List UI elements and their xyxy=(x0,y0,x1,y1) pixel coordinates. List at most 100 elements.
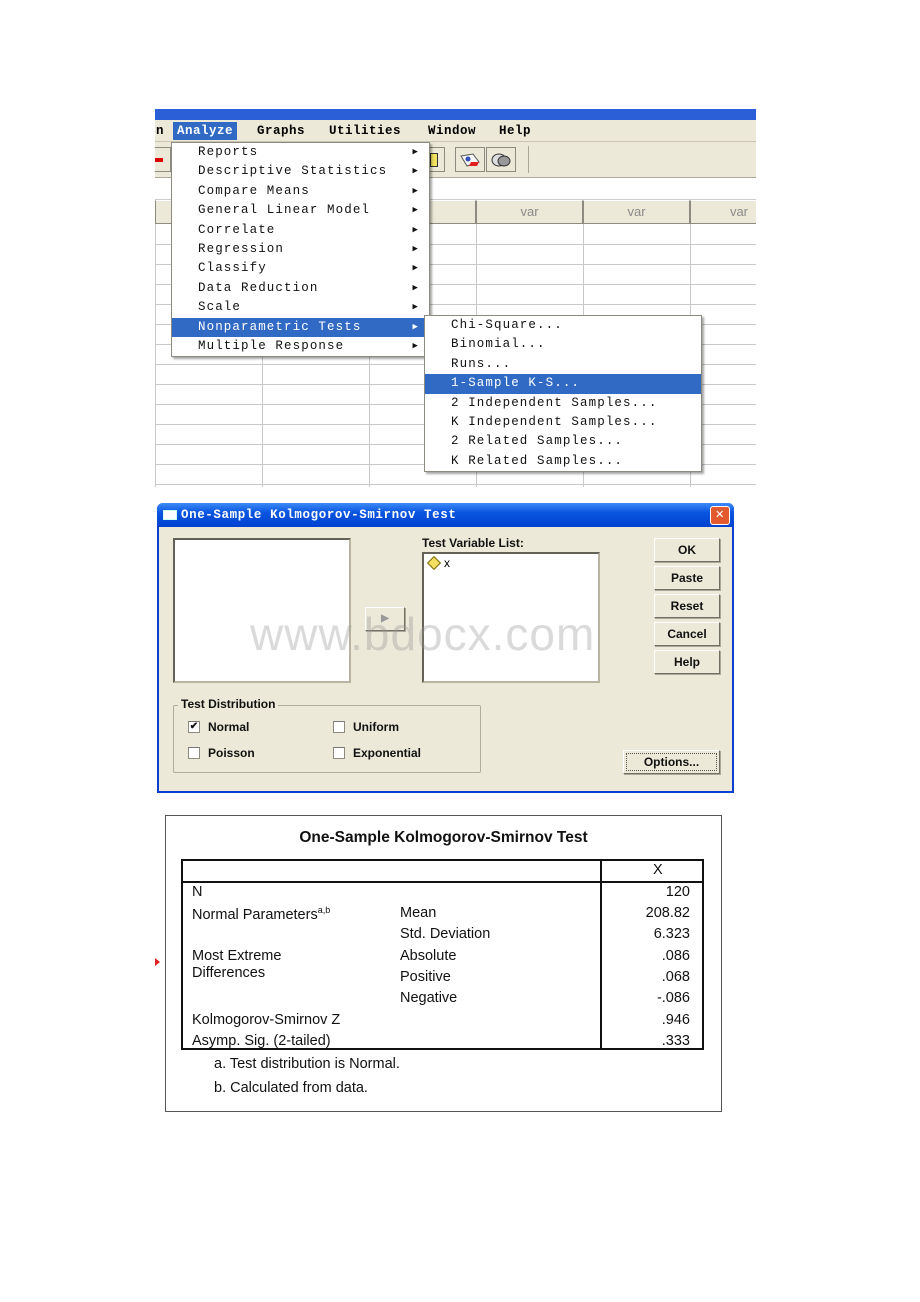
row-value: .086 xyxy=(661,948,690,964)
toolbar-button-partial[interactable] xyxy=(155,147,171,172)
cancel-button[interactable]: Cancel xyxy=(654,622,720,646)
close-button[interactable]: ✕ xyxy=(710,506,730,525)
dialog-titlebar: One-Sample Kolmogorov-Smirnov Test ✕ xyxy=(157,503,734,527)
normal-checkbox[interactable]: ✔ Normal xyxy=(188,720,249,734)
checkbox-label: Normal xyxy=(208,720,250,734)
source-variable-list[interactable] xyxy=(173,538,351,683)
toolbar-icon xyxy=(155,157,163,162)
ks-output-table: One-Sample Kolmogorov-Smirnov Test X N 1… xyxy=(165,815,722,1112)
row-value: 208.82 xyxy=(645,905,690,921)
row-label: Differences xyxy=(192,965,266,981)
menu-window[interactable]: Window xyxy=(424,122,480,140)
row-value: .333 xyxy=(661,1033,690,1049)
footnote: b. Calculated from data. xyxy=(214,1080,368,1096)
row-label: Kolmogorov-Smirnov Z xyxy=(192,1012,341,1028)
menu-item-k-independent-samples[interactable]: K Independent Samples... xyxy=(425,413,701,432)
use-sets-icon xyxy=(491,153,511,166)
menu-item-multiple-response[interactable]: Multiple Response ▶ xyxy=(172,337,429,356)
use-sets-button[interactable] xyxy=(486,147,516,172)
menu-item-k-related-samples[interactable]: K Related Samples... xyxy=(425,452,701,471)
menu-item-2-independent-samples[interactable]: 2 Independent Samples... xyxy=(425,394,701,413)
exponential-checkbox[interactable]: Exponential xyxy=(333,746,421,760)
analyze-menu: Reports ▶ Descriptive Statistics ▶ Compare… xyxy=(171,142,430,358)
menu-item-label: Compare Means xyxy=(198,183,310,198)
poisson-checkbox[interactable]: Poisson xyxy=(188,746,255,760)
ok-button[interactable]: OK xyxy=(654,538,720,562)
marker-icon xyxy=(155,958,160,966)
menu-item-descriptive-statistics[interactable]: Descriptive Statistics ▶ xyxy=(172,162,429,181)
checkbox-empty-icon xyxy=(188,747,200,759)
submenu-arrow-icon: ▶ xyxy=(412,166,419,177)
value-labels-button[interactable] xyxy=(455,147,485,172)
menu-item-general-linear-model[interactable]: General Linear Model ▶ xyxy=(172,201,429,220)
menu-item-runs[interactable]: Runs... xyxy=(425,355,701,374)
window-icon xyxy=(163,510,177,520)
row-value: .946 xyxy=(661,1012,690,1028)
checkbox-label: Poisson xyxy=(208,746,255,760)
menu-item-regression[interactable]: Regression ▶ xyxy=(172,240,429,259)
row-sublabel: Positive xyxy=(400,969,451,985)
submenu-arrow-icon: ▶ xyxy=(412,302,419,313)
row-label: Normal Parametersa,b xyxy=(192,905,331,923)
dialog-title: One-Sample Kolmogorov-Smirnov Test xyxy=(181,508,457,522)
menu-item-correlate[interactable]: Correlate ▶ xyxy=(172,221,429,240)
menu-item-label: Reports xyxy=(198,145,259,159)
row-sublabel: Std. Deviation xyxy=(400,926,491,942)
menu-item-label: Data Reduction xyxy=(198,280,319,295)
menu-graphs[interactable]: Graphs xyxy=(253,122,309,140)
window-titlebar xyxy=(155,109,756,120)
checkbox-label: Uniform xyxy=(353,720,399,734)
menu-item-data-reduction[interactable]: Data Reduction ▶ xyxy=(172,279,429,298)
menu-transform[interactable]: n xyxy=(155,122,168,140)
submenu-arrow-icon: ▶ xyxy=(412,185,419,196)
move-variable-button[interactable]: ▶ xyxy=(365,607,405,631)
table-title: One-Sample Kolmogorov-Smirnov Test xyxy=(299,829,588,846)
submenu-arrow-icon: ▶ xyxy=(412,321,419,332)
row-value: .068 xyxy=(661,969,690,985)
numeric-variable-icon xyxy=(426,555,442,571)
menu-item-1-sample-ks[interactable]: 1-Sample K-S... xyxy=(425,374,701,394)
row-label: Most Extreme xyxy=(192,948,282,964)
menu-utilities[interactable]: Utilities xyxy=(325,122,405,140)
row-sublabel: Mean xyxy=(400,905,437,921)
uniform-checkbox[interactable]: Uniform xyxy=(333,720,399,734)
menu-analyze[interactable]: Analyze xyxy=(173,122,238,140)
submenu-arrow-icon: ▶ xyxy=(412,243,419,254)
menu-item-label: General Linear Model xyxy=(198,203,371,218)
footnote: a. Test distribution is Normal. xyxy=(214,1056,400,1072)
menu-item-reports[interactable]: Reports ▶ xyxy=(172,143,429,162)
submenu-arrow-icon: ▶ xyxy=(412,224,419,235)
menubar: n Analyze Graphs Utilities Window Help xyxy=(155,120,756,142)
menu-item-2-related-samples[interactable]: 2 Related Samples... xyxy=(425,432,701,451)
list-item[interactable]: x xyxy=(424,554,598,572)
row-value: -.086 xyxy=(656,990,690,1006)
checkbox-empty-icon xyxy=(333,747,345,759)
menu-item-label: Regression xyxy=(198,241,285,256)
options-button[interactable]: Options... xyxy=(623,750,720,774)
results-table: X N 120 Normal Parametersa,b Mean 208.82… xyxy=(181,859,704,1050)
row-label: N xyxy=(192,884,203,900)
checkmark-icon: ✔ xyxy=(188,721,200,733)
column-header-var[interactable]: var xyxy=(690,200,756,224)
ks-test-dialog: One-Sample Kolmogorov-Smirnov Test ✕ ▶ T… xyxy=(157,503,734,793)
column-header-var[interactable]: var xyxy=(476,200,583,224)
checkbox-label: Exponential xyxy=(353,746,422,760)
reset-button[interactable]: Reset xyxy=(654,594,720,618)
test-variable-list[interactable]: x xyxy=(422,552,600,683)
menu-item-scale[interactable]: Scale ▶ xyxy=(172,298,429,317)
paste-button[interactable]: Paste xyxy=(654,566,720,590)
column-header: X xyxy=(653,862,663,878)
menu-item-chi-square[interactable]: Chi-Square... xyxy=(425,316,701,335)
submenu-arrow-icon: ▶ xyxy=(412,263,419,274)
menu-item-binomial[interactable]: Binomial... xyxy=(425,335,701,354)
menu-item-compare-means[interactable]: Compare Means ▶ xyxy=(172,182,429,201)
help-button[interactable]: Help xyxy=(654,650,720,674)
menu-item-nonparametric-tests[interactable]: Nonparametric Tests ▶ xyxy=(172,317,429,337)
table-header-row xyxy=(183,861,702,883)
menu-help[interactable]: Help xyxy=(495,122,535,140)
menu-item-classify[interactable]: Classify ▶ xyxy=(172,259,429,278)
nonparametric-tests-submenu: Chi-Square... Binomial... Runs... 1-Samp… xyxy=(424,315,702,473)
column-header-var[interactable]: var xyxy=(583,200,690,224)
menu-item-label: Multiple Response xyxy=(198,338,345,353)
value-labels-icon xyxy=(460,152,480,167)
